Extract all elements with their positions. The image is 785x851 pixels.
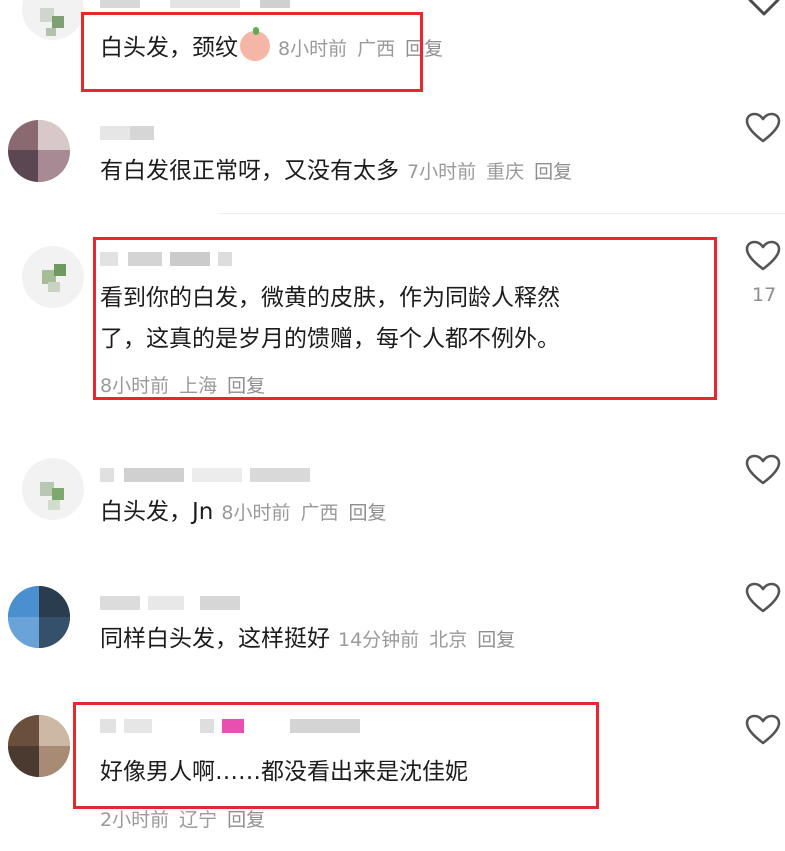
divider <box>218 213 785 214</box>
comment-item: 有白发很正常呀，又没有太多 7小时前 重庆 回复 <box>0 110 785 210</box>
comment-meta: 8小时前 广西 回复 <box>221 502 387 524</box>
heart-outline-icon[interactable] <box>745 454 781 486</box>
comment-meta: 2小时前 辽宁 回复 <box>100 809 266 831</box>
avatar[interactable] <box>22 246 84 308</box>
comment-text: 同样白头发，这样挺好 14分钟前 北京 回复 <box>100 622 525 658</box>
highlight-box <box>73 702 599 809</box>
heart-outline-icon[interactable] <box>745 582 781 614</box>
comment-text: 有白发很正常呀，又没有太多 7小时前 重庆 回复 <box>100 154 582 190</box>
comment-meta: 7小时前 重庆 回复 <box>407 161 573 183</box>
heart-outline-icon[interactable] <box>745 112 781 144</box>
reply-button[interactable]: 回复 <box>534 161 572 183</box>
reply-button[interactable]: 回复 <box>348 502 386 524</box>
highlight-box <box>93 237 717 400</box>
reply-button[interactable]: 回复 <box>477 629 515 651</box>
avatar[interactable] <box>8 120 70 182</box>
heart-outline-icon[interactable] <box>745 714 781 746</box>
avatar[interactable] <box>8 715 70 777</box>
avatar[interactable] <box>22 0 84 40</box>
comment-text: 白头发，Jn 8小时前 广西 回复 <box>100 495 397 531</box>
comment-meta: 14分钟前 北京 回复 <box>338 629 516 651</box>
comment-item: 白头发，Jn 8小时前 广西 回复 <box>0 450 785 550</box>
like-count: 17 <box>752 284 777 306</box>
highlight-box <box>81 12 423 92</box>
avatar[interactable] <box>8 586 70 648</box>
heart-outline-icon[interactable] <box>745 240 781 272</box>
comment-item: 同样白头发，这样挺好 14分钟前 北京 回复 <box>0 578 785 678</box>
avatar[interactable] <box>22 458 84 520</box>
reply-button[interactable]: 回复 <box>227 809 265 831</box>
